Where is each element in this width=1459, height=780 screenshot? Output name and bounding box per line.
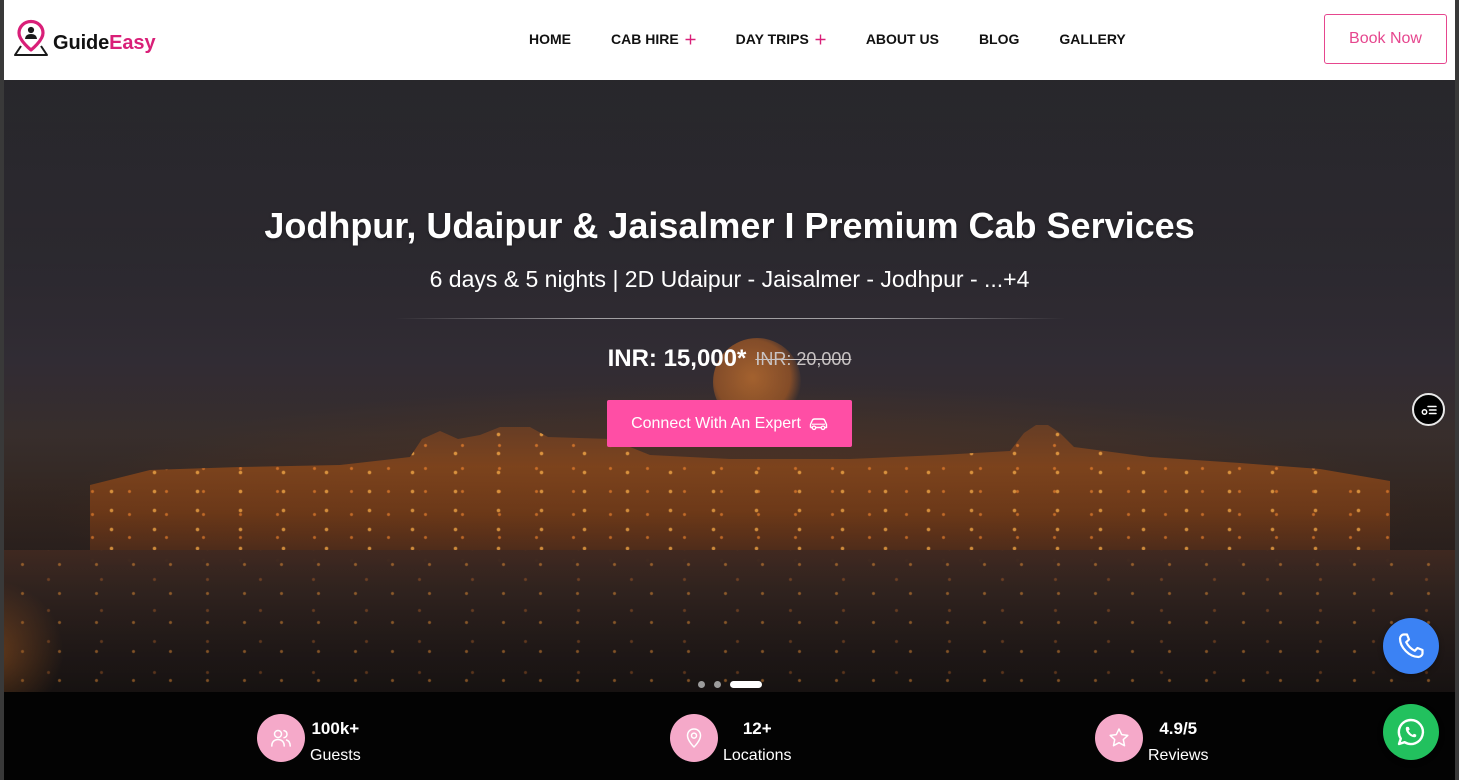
- stat-label: Reviews: [1148, 747, 1209, 764]
- stat-locations: 12+ Locations: [670, 714, 792, 767]
- stat-text: 4.9/5 Reviews: [1148, 718, 1208, 767]
- nav-item-label: GALLERY: [1059, 31, 1126, 47]
- stat-guests: 100k+ Guests: [257, 714, 361, 767]
- stat-text: 100k+ Guests: [310, 718, 361, 767]
- stat-label: Guests: [310, 747, 361, 764]
- stat-value: 12+: [742, 719, 772, 738]
- nav-item-label: ABOUT US: [865, 31, 939, 47]
- stat-icon-badge: [257, 714, 305, 762]
- current-price: INR: 15,000*: [607, 345, 747, 372]
- page: GuideEasy HOME CAB HIRE DAY TRIPS ABOUT …: [0, 0, 1459, 780]
- filter-list-icon: [1421, 405, 1437, 415]
- connect-expert-button[interactable]: Connect With An Expert: [607, 400, 852, 447]
- logo-text-primary: Guide: [53, 32, 110, 54]
- hero-title: Jodhpur, Udaipur & Jaisalmer I Premium C…: [264, 205, 1195, 246]
- book-now-button[interactable]: Book Now: [1324, 14, 1447, 64]
- whatsapp-button[interactable]: [1383, 704, 1439, 760]
- whatsapp-icon: [1397, 718, 1425, 746]
- slider-dot[interactable]: [713, 680, 721, 688]
- plus-icon[interactable]: [685, 34, 696, 45]
- slider-dots: [4, 680, 1455, 688]
- hero-slider: Jodhpur, Udaipur & Jaisalmer I Premium C…: [4, 80, 1455, 692]
- hero-divider: [395, 318, 1065, 319]
- nav-item-label: BLOG: [978, 31, 1020, 47]
- stat-value: 4.9/5: [1159, 719, 1198, 738]
- call-button[interactable]: [1383, 618, 1439, 674]
- stat-value: 100k+: [311, 719, 360, 738]
- location-pin-user-icon: [14, 19, 48, 56]
- nav-item-label: DAY TRIPS: [735, 31, 809, 47]
- slider-dot[interactable]: [697, 680, 705, 688]
- stat-text: 12+ Locations: [723, 718, 792, 767]
- cta-label: Connect With An Expert: [631, 414, 801, 432]
- nav-item-blog[interactable]: BLOG: [979, 30, 1019, 48]
- stat-reviews: 4.9/5 Reviews: [1095, 714, 1208, 767]
- stat-icon-badge: [670, 714, 718, 762]
- side-menu-toggle[interactable]: [1412, 393, 1445, 426]
- stat-icon-badge: [1095, 714, 1143, 762]
- nav-item-cab-hire[interactable]: CAB HIRE: [611, 30, 696, 48]
- price-row: INR: 15,000* INR: 20,000: [4, 344, 1455, 374]
- slider-dot[interactable]: [729, 680, 762, 688]
- site-logo[interactable]: GuideEasy: [12, 19, 162, 59]
- stats-bar: 100k+ Guests 12+ Locations 4.9/5 Reviews: [4, 692, 1455, 780]
- site-header: GuideEasy HOME CAB HIRE DAY TRIPS ABOUT …: [4, 0, 1455, 80]
- stat-label: Locations: [723, 747, 792, 764]
- nav-item-day-trips[interactable]: DAY TRIPS: [736, 30, 826, 48]
- nav-item-gallery[interactable]: GALLERY: [1059, 30, 1125, 48]
- nav-item-about-us[interactable]: ABOUT US: [866, 30, 939, 48]
- nav-item-label: HOME: [529, 31, 571, 47]
- plus-icon[interactable]: [815, 34, 826, 45]
- phone-icon: [1398, 633, 1424, 659]
- nav-item-home[interactable]: HOME: [529, 30, 571, 48]
- star-icon: [1109, 728, 1129, 747]
- logo-text-accent: Easy: [109, 32, 156, 54]
- hero-subtitle: 6 days & 5 nights | 2D Udaipur - Jaisalm…: [429, 266, 1030, 292]
- users-icon: [271, 729, 291, 747]
- original-price: INR: 20,000: [755, 348, 852, 369]
- nav-item-label: CAB HIRE: [611, 31, 679, 47]
- hero-overlay: [4, 80, 1455, 692]
- main-nav: HOME CAB HIRE DAY TRIPS ABOUT US BLOG GA…: [529, 30, 1166, 48]
- car-icon: [809, 417, 828, 430]
- location-pin-icon: [686, 728, 702, 748]
- logo-wordmark: GuideEasy: [53, 31, 156, 55]
